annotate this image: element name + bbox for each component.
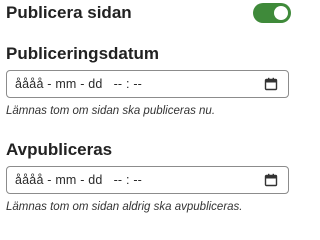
toggle-knob [274, 6, 288, 20]
publish-label: Publicera sidan [6, 3, 132, 22]
publish-row: Publicera sidan [6, 2, 291, 24]
publish-date-placeholder: åååå - mm - dd -- : -- [15, 77, 143, 91]
calendar-icon[interactable] [264, 77, 278, 91]
unpublish-date-input[interactable]: åååå - mm - dd -- : -- [6, 166, 289, 194]
publish-toggle[interactable] [253, 3, 291, 23]
unpublish-date-placeholder: åååå - mm - dd -- : -- [15, 173, 143, 187]
publish-date-section: Publiceringsdatum åååå - mm - dd -- : --… [6, 43, 290, 117]
publish-date-input[interactable]: åååå - mm - dd -- : -- [6, 70, 289, 98]
unpublish-date-hint: Lämnas tom om sidan aldrig ska avpublice… [6, 201, 243, 213]
publish-date-hint: Lämnas tom om sidan ska publiceras nu. [6, 105, 216, 117]
unpublish-date-section: Avpubliceras åååå - mm - dd -- : -- Lämn… [6, 139, 290, 213]
calendar-icon[interactable] [264, 173, 278, 187]
publish-date-label: Publiceringsdatum [6, 44, 160, 63]
unpublish-date-label: Avpubliceras [6, 140, 113, 159]
